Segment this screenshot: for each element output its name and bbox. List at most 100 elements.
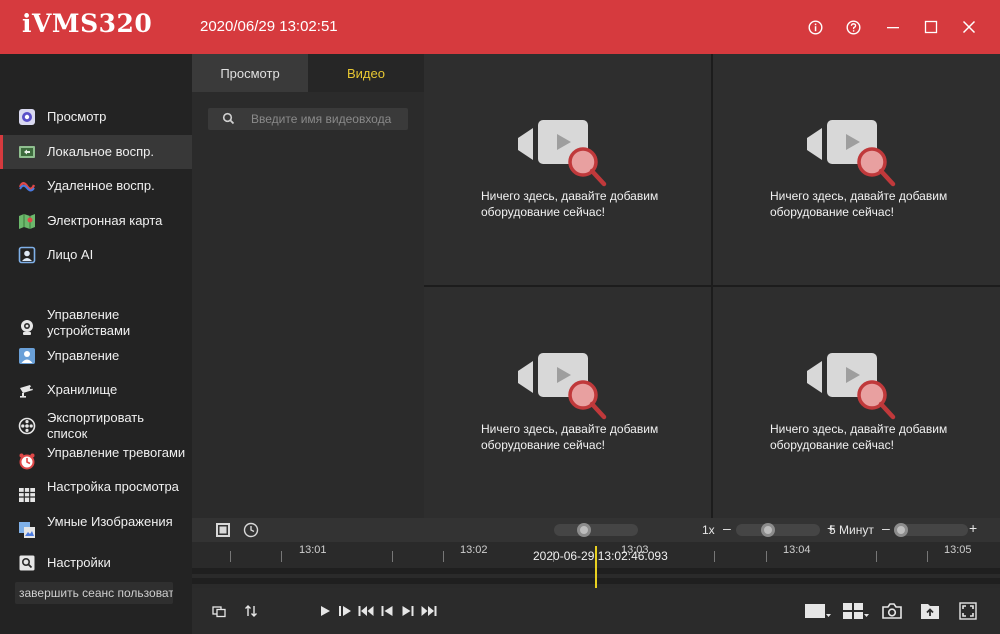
datetime-display: 2020/06/29 13:02:51 [200,18,338,35]
play-icon[interactable] [317,602,333,620]
video-cell[interactable]: Ничего здесь, давайте добавим оборудован… [713,54,1000,285]
sidebar-item-label: Управление устройствами [47,307,131,338]
video-grid: Ничего здесь, давайте добавим оборудован… [424,54,1000,518]
timeline-tick [876,551,877,562]
device-panel: Просмотр Видео Введите имя видеовхода [192,54,424,518]
window-mode-dropdown[interactable] [804,600,832,622]
search-placeholder: Введите имя видеовхода [251,112,392,126]
timeline-tick-label: 13:01 [299,544,327,556]
title-bar: iVMS320 2020/06/29 13:02:51 [0,0,1000,54]
timeline-control-bar: 1x – + 5 Минут – + [192,518,1000,542]
tab-live-view[interactable]: Просмотр [192,54,308,92]
minimize-icon[interactable] [880,14,906,40]
clip-icon[interactable] [214,521,232,539]
slider-knob[interactable] [894,523,908,537]
emap-icon [18,212,36,230]
export-folder-icon[interactable] [919,600,941,622]
video-cell[interactable]: Ничего здесь, давайте добавим оборудован… [424,287,711,518]
sidebar-item-label: Удаленное воспр. [47,178,155,193]
fast-forward-icon[interactable] [420,602,438,620]
storage-icon [18,381,36,399]
view-settings-icon [18,486,36,504]
video-cell[interactable]: Ничего здесь, давайте добавим оборудован… [713,287,1000,518]
frame-forward-icon[interactable] [400,602,416,620]
timeline-tick [766,551,767,562]
local-playback-icon [18,143,36,161]
sidebar-item-remote-playback[interactable]: Удаленное воспр. [0,169,192,203]
user-management-icon [18,347,36,365]
no-device-camera-icon [516,353,616,426]
alarm-icon [18,452,36,470]
sidebar-item-local-playback[interactable]: Локальное воспр. [0,135,192,169]
sync-windows-icon[interactable] [210,602,228,620]
sidebar-item-label: Лицо AI [47,247,94,262]
playback-toolbar [192,588,1000,634]
rewind-icon[interactable] [357,602,375,620]
empty-cell-message: Ничего здесь, давайте добавим оборудован… [770,189,948,219]
logout-button[interactable]: завершить сеанс пользовател [15,582,173,604]
tab-video[interactable]: Видео [308,54,424,92]
zoom-out-button[interactable]: – [882,521,890,535]
sidebar-item-alarm-management[interactable]: Управление тревогами [0,442,192,480]
sidebar-item-view-settings[interactable]: Настройка просмотра [0,476,192,514]
sidebar-item-label: Настройки [47,555,111,570]
sidebar-item-label: Просмотр [47,109,107,124]
empty-cell-message: Ничего здесь, давайте добавим оборудован… [481,189,659,219]
timeline-tick [714,551,715,562]
speed-label: 1x [702,523,715,537]
export-list-icon [18,417,36,435]
remote-playback-icon [18,177,36,195]
sidebar-item-settings[interactable]: Настройки [0,546,192,580]
sidebar-item-face-ai[interactable]: Лицо AI [0,238,192,272]
close-icon[interactable] [956,14,982,40]
sort-icon[interactable] [242,602,260,620]
no-device-camera-icon [516,120,616,193]
live-view-icon [18,108,36,126]
speed-slider[interactable] [736,523,820,537]
playback-position-slider[interactable] [554,523,638,537]
fullscreen-icon[interactable] [957,600,979,622]
clock-icon[interactable] [242,521,260,539]
sidebar-item-label: Умные Изображения [47,514,173,529]
timeline-tick-label: 13:04 [783,544,811,556]
search-input[interactable]: Введите имя видеовхода [208,108,408,130]
sidebar-item-device-management[interactable]: Управление устройствами [0,304,192,342]
zoom-slider[interactable] [894,523,968,537]
slider-knob[interactable] [761,523,775,537]
sidebar-item-live-view[interactable]: Просмотр [0,100,192,134]
no-device-camera-icon [805,353,905,426]
timeline-cursor[interactable] [595,546,597,588]
timeline-tick [230,551,231,562]
empty-cell-message: Ничего здесь, давайте добавим оборудован… [481,422,659,452]
sidebar-item-user-management[interactable]: Управление [0,339,192,373]
slider-knob[interactable] [577,523,591,537]
device-management-icon [18,318,36,336]
maximize-icon[interactable] [918,14,944,40]
sidebar-item-storage[interactable]: Хранилище [0,373,192,407]
video-cell[interactable]: Ничего здесь, давайте добавим оборудован… [424,54,711,285]
info-icon[interactable] [802,14,828,40]
help-icon[interactable] [840,14,866,40]
sidebar: Просмотр Локальное воспр. Удаленное восп… [0,54,192,634]
sidebar-item-label: Хранилище [47,382,118,397]
timeline[interactable]: 13:01 13:02 13:03 13:04 13:05 2020-06-29… [192,542,1000,588]
timeline-tick [443,551,444,562]
sidebar-item-label: Управление тревогами [47,445,186,460]
app-title: iVMS320 [22,9,153,38]
speed-decrease-button[interactable]: – [723,521,731,535]
frame-back-icon[interactable] [379,602,395,620]
sidebar-item-label: Настройка просмотра [47,479,179,494]
empty-cell-message: Ничего здесь, давайте добавим оборудован… [770,422,948,452]
timeline-cursor-label: 2020-06-29 13:02:46.093 [533,549,668,563]
sidebar-item-label: Управление [47,348,120,363]
sidebar-item-emap[interactable]: Электронная карта [0,204,192,238]
split-layout-dropdown[interactable] [842,600,870,622]
settings-icon [18,554,36,572]
sidebar-item-smart-images[interactable]: Умные Изображения [0,511,192,549]
sidebar-item-export-list[interactable]: Экспортировать список [0,407,192,445]
snapshot-camera-icon[interactable] [880,600,904,622]
timespan-label: 5 Минут [829,523,874,537]
sidebar-item-label: Электронная карта [47,213,163,228]
zoom-in-button[interactable]: + [969,521,977,535]
play-step-icon[interactable] [337,602,353,620]
